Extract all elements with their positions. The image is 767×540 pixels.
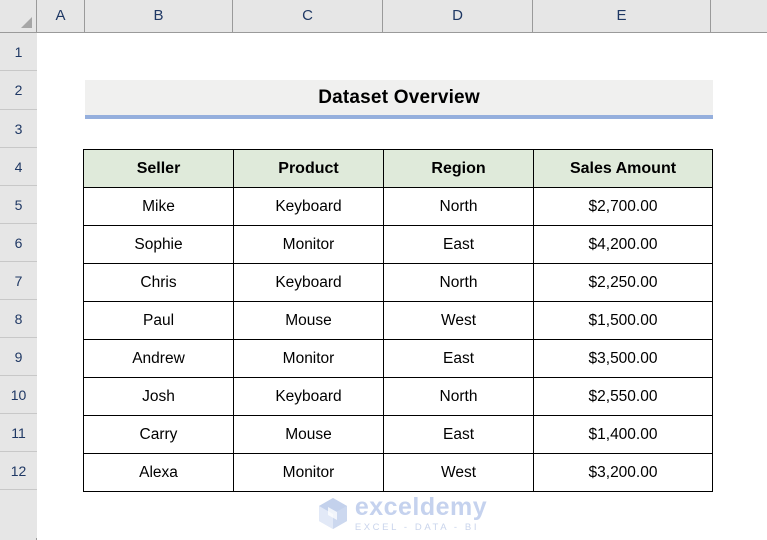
row-header-2[interactable]: 2 <box>0 71 37 110</box>
cell-product[interactable]: Monitor <box>233 453 384 492</box>
row-header-9[interactable]: 9 <box>0 338 37 376</box>
dataset-title-banner[interactable]: Dataset Overview <box>85 80 713 119</box>
cell-amount[interactable]: $4,200.00 <box>533 225 713 264</box>
table-row: Alexa Monitor West $3,200.00 <box>83 453 713 492</box>
select-all-corner-button[interactable] <box>0 0 37 32</box>
row-header-3[interactable]: 3 <box>0 110 37 148</box>
column-header-strip: A B C D E <box>0 0 767 33</box>
cell-amount[interactable]: $2,250.00 <box>533 263 713 302</box>
row-header-1[interactable]: 1 <box>0 33 37 71</box>
cell-region[interactable]: North <box>383 377 534 416</box>
cell-product[interactable]: Mouse <box>233 415 384 454</box>
cell-region[interactable]: East <box>383 225 534 264</box>
row-header-7[interactable]: 7 <box>0 262 37 300</box>
cell-seller[interactable]: Andrew <box>83 339 234 378</box>
row-header-4[interactable]: 4 <box>0 148 37 186</box>
watermark-tagline: EXCEL - DATA - BI <box>354 522 480 533</box>
table-row: Sophie Monitor East $4,200.00 <box>83 225 713 264</box>
row-header-11[interactable]: 11 <box>0 414 37 452</box>
row-header-6[interactable]: 6 <box>0 224 37 262</box>
cell-region[interactable]: East <box>383 415 534 454</box>
table-header-row: Seller Product Region Sales Amount <box>83 149 713 188</box>
cell-seller[interactable]: Chris <box>83 263 234 302</box>
cell-amount[interactable]: $3,500.00 <box>533 339 713 378</box>
table-row: Carry Mouse East $1,400.00 <box>83 415 713 454</box>
cell-region[interactable]: North <box>383 263 534 302</box>
watermark-text: exceldemy EXCEL - DATA - BI <box>355 495 487 533</box>
row-header-5[interactable]: 5 <box>0 186 37 224</box>
row-header-12[interactable]: 12 <box>0 452 37 490</box>
column-header-region[interactable]: Region <box>383 149 534 188</box>
cell-region[interactable]: North <box>383 187 534 226</box>
cell-seller[interactable]: Sophie <box>83 225 234 264</box>
cell-seller[interactable]: Carry <box>83 415 234 454</box>
row-header-8[interactable]: 8 <box>0 300 37 338</box>
grid-body: Dataset Overview Seller Product Region S… <box>38 33 767 540</box>
cell-region[interactable]: West <box>383 453 534 492</box>
column-header-e[interactable]: E <box>533 0 711 32</box>
column-header-c[interactable]: C <box>233 0 383 32</box>
cell-amount[interactable]: $3,200.00 <box>533 453 713 492</box>
column-header-b[interactable]: B <box>85 0 233 32</box>
cell-seller[interactable]: Mike <box>83 187 234 226</box>
cell-amount[interactable]: $2,700.00 <box>533 187 713 226</box>
cell-product[interactable]: Monitor <box>233 339 384 378</box>
cell-region[interactable]: East <box>383 339 534 378</box>
row-header-10[interactable]: 10 <box>0 376 37 414</box>
watermark: exceldemy EXCEL - DATA - BI <box>38 495 767 533</box>
table-row: Andrew Monitor East $3,500.00 <box>83 339 713 378</box>
table-row: Chris Keyboard North $2,250.00 <box>83 263 713 302</box>
table-row: Mike Keyboard North $2,700.00 <box>83 187 713 226</box>
spreadsheet-canvas: A B C D E 1 2 3 4 5 6 7 8 9 10 11 12 Dat… <box>0 0 767 540</box>
column-header-product[interactable]: Product <box>233 149 384 188</box>
row-header-overflow <box>0 490 37 538</box>
page-title: Dataset Overview <box>318 86 480 108</box>
column-header-d[interactable]: D <box>383 0 533 32</box>
column-header-seller[interactable]: Seller <box>83 149 234 188</box>
table-row: Josh Keyboard North $2,550.00 <box>83 377 713 416</box>
cell-region[interactable]: West <box>383 301 534 340</box>
column-header-a[interactable]: A <box>37 0 85 32</box>
exceldemy-cube-logo-icon <box>318 498 347 530</box>
column-header-sales-amount[interactable]: Sales Amount <box>533 149 713 188</box>
cell-amount[interactable]: $1,500.00 <box>533 301 713 340</box>
cell-product[interactable]: Keyboard <box>233 263 384 302</box>
cell-seller[interactable]: Alexa <box>83 453 234 492</box>
row-header-strip: 1 2 3 4 5 6 7 8 9 10 11 12 <box>0 33 37 540</box>
cell-amount[interactable]: $2,550.00 <box>533 377 713 416</box>
cell-product[interactable]: Keyboard <box>233 187 384 226</box>
cell-amount[interactable]: $1,400.00 <box>533 415 713 454</box>
cell-product[interactable]: Mouse <box>233 301 384 340</box>
cell-product[interactable]: Keyboard <box>233 377 384 416</box>
cell-seller[interactable]: Paul <box>83 301 234 340</box>
table-row: Paul Mouse West $1,500.00 <box>83 301 713 340</box>
cell-seller[interactable]: Josh <box>83 377 234 416</box>
watermark-brand: exceldemy <box>354 493 488 521</box>
select-all-triangle-icon <box>21 17 32 28</box>
column-header-overflow <box>711 0 767 32</box>
cell-product[interactable]: Monitor <box>233 225 384 264</box>
sales-data-table: Seller Product Region Sales Amount Mike … <box>83 149 713 492</box>
